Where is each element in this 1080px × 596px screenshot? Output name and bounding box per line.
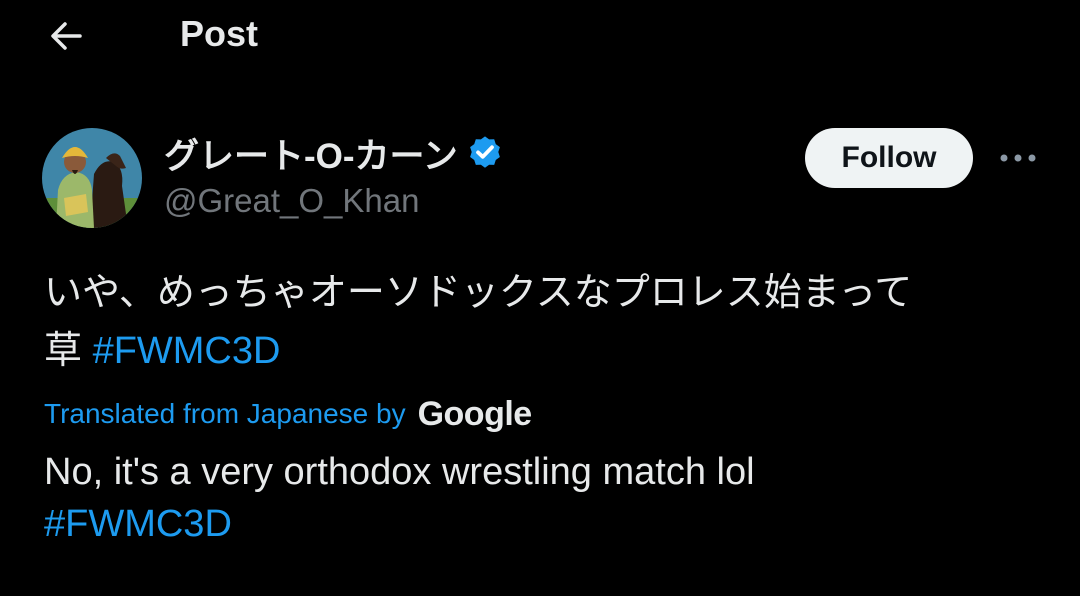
tweet-hashtag-link[interactable]: #FWMC3D <box>93 330 281 372</box>
tweet-text: いや、めっちゃオーソドックスなプロレス始まって 草 #FWMC3D <box>44 264 1044 380</box>
more-options-icon <box>1000 154 1036 162</box>
tweet-text-line-1: いや、めっちゃオーソドックスなプロレス始まって <box>44 272 913 314</box>
translated-text: No, it's a very orthodox wrestling match… <box>44 446 1044 550</box>
translated-text-line: No, it's a very orthodox wrestling match… <box>44 451 755 493</box>
more-options-button[interactable] <box>996 140 1040 176</box>
translated-from-label[interactable]: Translated from Japanese by <box>44 398 406 430</box>
avatar[interactable] <box>42 128 142 228</box>
author-display-name[interactable]: グレート-O-カーン <box>164 128 458 179</box>
avatar-image <box>42 128 142 228</box>
author-name-row: グレート-O-カーン <box>164 128 504 178</box>
author-handle[interactable]: @Great_O_Khan <box>164 182 419 220</box>
tweet-text-line-2: 草 #FWMC3D <box>44 322 1044 380</box>
follow-button[interactable]: Follow <box>805 128 973 188</box>
top-bar: Post <box>0 0 1080 72</box>
verified-badge-icon <box>469 136 500 168</box>
page-title: Post <box>180 13 259 54</box>
back-button[interactable] <box>44 14 88 58</box>
translated-hashtag-link[interactable]: #FWMC3D <box>44 498 1044 550</box>
tweet-text-prefix: 草 <box>44 330 93 372</box>
google-logo: Google <box>417 394 533 433</box>
translation-attribution: Translated from Japanese by Google <box>44 392 532 436</box>
arrow-left-icon <box>51 22 82 50</box>
